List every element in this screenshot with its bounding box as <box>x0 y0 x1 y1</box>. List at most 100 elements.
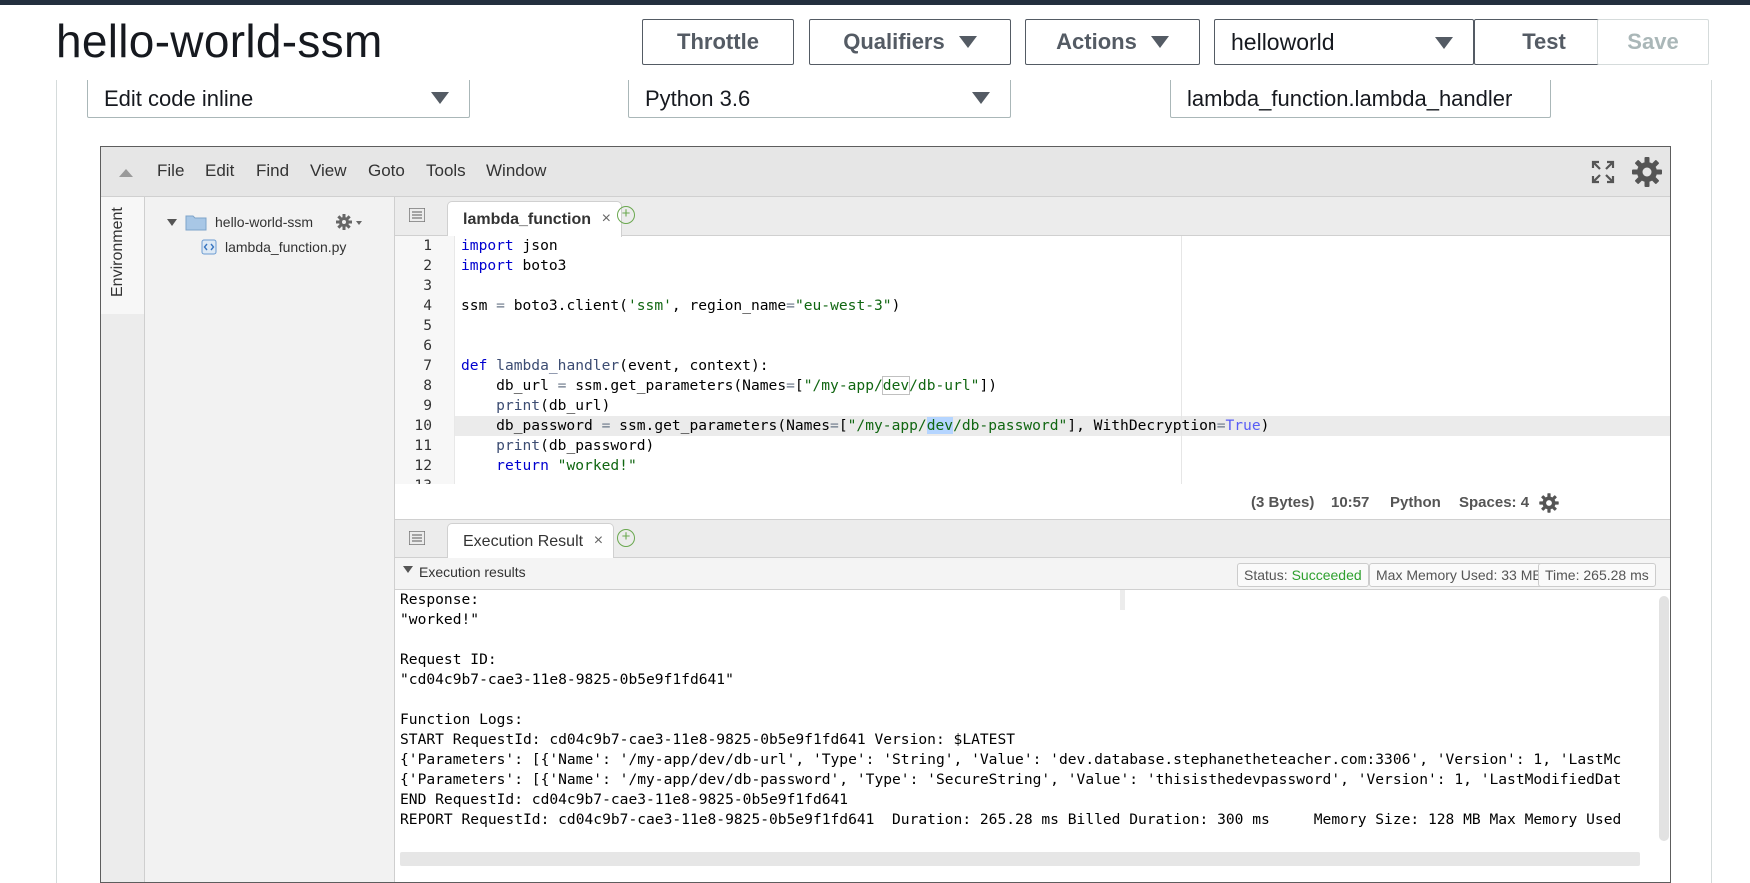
test-label: Test <box>1522 29 1566 54</box>
output-line: END RequestId: cd04c9b7-cae3-11e8-9825-0… <box>400 791 849 808</box>
menu-file[interactable]: File <box>157 161 184 181</box>
status-language[interactable]: Python <box>1390 494 1441 511</box>
tree-folder[interactable]: hello-world-ssm <box>167 213 313 231</box>
add-tab-icon[interactable]: + <box>617 529 635 547</box>
tab-execution-result[interactable]: Execution Result × <box>447 523 615 559</box>
menu-find[interactable]: Find <box>256 161 289 181</box>
status-label: Status: <box>1244 567 1288 583</box>
add-tab-icon[interactable]: + <box>617 206 635 224</box>
status-value: Succeeded <box>1291 567 1362 583</box>
execution-output[interactable]: Response: "worked!" Request ID: "cd04c9b… <box>395 590 1657 882</box>
menu-edit[interactable]: Edit <box>205 161 234 181</box>
memory-value: Max Memory Used: 33 MB <box>1376 567 1542 583</box>
collapse-icon[interactable] <box>119 169 133 177</box>
gear-icon[interactable] <box>1630 155 1664 189</box>
alias-select[interactable]: helloworld <box>1214 19 1474 65</box>
output-line: Function Logs: <box>400 711 524 728</box>
status-cursor: 10:57 <box>1331 494 1370 511</box>
python-file-icon <box>201 239 217 255</box>
menu-view[interactable]: View <box>310 161 347 181</box>
line-number: 8 <box>423 377 432 394</box>
line-number: 11 <box>414 437 432 454</box>
output-line: START RequestId: cd04c9b7-cae3-11e8-9825… <box>400 731 1016 748</box>
tab-label: Execution Result <box>463 532 584 550</box>
line-number: 12 <box>414 457 432 474</box>
line-number: 1 <box>423 237 432 254</box>
status-spaces[interactable]: Spaces: 4 <box>1459 494 1529 511</box>
line-number: 3 <box>423 277 432 294</box>
menu-tools[interactable]: Tools <box>426 161 466 181</box>
runtime-value: Python 3.6 <box>645 85 751 111</box>
top-nav-strip <box>0 0 1750 5</box>
vertical-scrollbar[interactable] <box>1659 596 1669 841</box>
results-tabbar: Execution Result × + <box>395 520 1670 559</box>
results-title[interactable]: Execution results <box>419 564 526 580</box>
environment-label: Environment <box>109 207 126 297</box>
menu-window[interactable]: Window <box>486 161 546 181</box>
tab-label: lambda_function <box>463 210 592 228</box>
caret-down-icon <box>167 218 177 226</box>
runtime-select[interactable]: Python 3.6 <box>628 80 1011 118</box>
horizontal-scrollbar[interactable] <box>400 852 1640 866</box>
memory-badge: Max Memory Used: 33 MB <box>1369 563 1549 587</box>
environment-tab[interactable]: Environment <box>101 197 145 314</box>
save-label: Save <box>1627 29 1679 54</box>
output-line: REPORT RequestId: cd04c9b7-cae3-11e8-982… <box>400 811 1622 828</box>
chevron-down-icon <box>431 92 449 104</box>
line-gutter: 1 2 3 4 5 6 7 8 9 10 11 12 13 <box>395 236 455 494</box>
status-badge: Status: Succeeded <box>1237 563 1369 587</box>
tree-file[interactable]: lambda_function.py <box>201 239 346 255</box>
tab-list-icon[interactable] <box>409 531 425 545</box>
output-line: {'Parameters': [{'Name': '/my-app/dev/db… <box>400 771 1622 788</box>
actions-dropdown[interactable]: Actions <box>1025 19 1200 65</box>
code-entry-select[interactable]: Edit code inline <box>87 80 470 118</box>
code-entry-value: Edit code inline <box>104 85 254 111</box>
print-margin <box>1120 590 1125 610</box>
close-icon[interactable]: × <box>594 532 603 550</box>
editor-statusbar: (3 Bytes) 10:57 Python Spaces: 4 <box>395 484 1670 520</box>
folder-icon <box>185 215 207 231</box>
side-strip <box>101 314 145 882</box>
code-line: import json <box>461 237 558 254</box>
code-line: import boto3 <box>461 257 567 274</box>
code-line: ssm = boto3.client('ssm', region_name="e… <box>461 297 901 314</box>
gear-icon[interactable] <box>1538 492 1560 514</box>
code-line: db_password = ssm.get_parameters(Names=[… <box>461 417 1270 434</box>
line-number: 4 <box>423 297 432 314</box>
output-line: "cd04c9b7-cae3-11e8-9825-0b5e9f1fd641" <box>400 671 734 688</box>
line-number: 9 <box>423 397 432 414</box>
code-line: return "worked!" <box>496 457 637 474</box>
output-line: Response: <box>400 591 480 608</box>
save-button[interactable]: Save <box>1597 19 1709 65</box>
menu-goto[interactable]: Goto <box>368 161 405 181</box>
qualifiers-dropdown[interactable]: Qualifiers <box>809 19 1011 65</box>
file-tree: hello-world-ssm lambda_function.py <box>145 197 395 882</box>
throttle-button[interactable]: Throttle <box>642 19 794 65</box>
tab-list-icon[interactable] <box>409 208 425 222</box>
caret-down-icon[interactable] <box>403 566 413 573</box>
chevron-down-icon <box>972 92 990 104</box>
execution-results-header: Execution results Status: Succeeded Max M… <box>395 558 1670 590</box>
output-line: {'Parameters': [{'Name': '/my-app/dev/db… <box>400 751 1622 768</box>
settings-gear-icon[interactable] <box>335 212 365 232</box>
code-lines: import json import boto3 ssm = boto3.cli… <box>461 236 1670 496</box>
tab-lambda-function[interactable]: lambda_function × <box>447 201 623 237</box>
line-number: 6 <box>423 337 432 354</box>
output-line: Request ID: <box>400 651 497 668</box>
line-number: 10 <box>414 417 432 434</box>
code-line: print(db_password) <box>496 437 655 454</box>
code-line: print(db_url) <box>496 397 611 414</box>
test-button[interactable]: Test <box>1474 19 1614 65</box>
fullscreen-icon[interactable] <box>1590 159 1616 185</box>
time-badge: Time: 265.28 ms <box>1538 563 1656 587</box>
close-icon[interactable]: × <box>602 210 611 228</box>
handler-input[interactable]: lambda_function.lambda_handler <box>1170 80 1551 118</box>
output-line: "worked!" <box>400 611 480 628</box>
handler-value: lambda_function.lambda_handler <box>1187 85 1513 111</box>
code-editor[interactable]: 1 2 3 4 5 6 7 8 9 10 11 12 13 import jso… <box>395 236 1670 536</box>
code-line: db_url = ssm.get_parameters(Names=["/my-… <box>461 376 998 395</box>
